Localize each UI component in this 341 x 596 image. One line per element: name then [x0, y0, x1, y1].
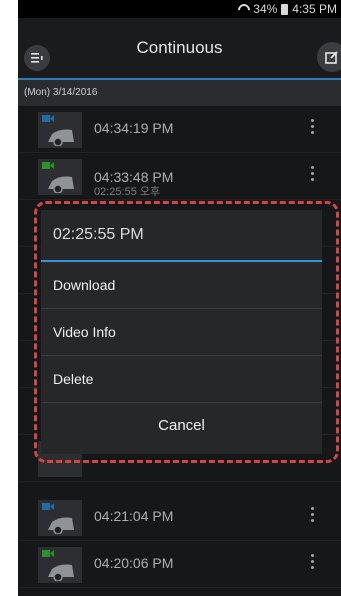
- edit-icon[interactable]: [317, 42, 341, 72]
- highlight-frame: [34, 201, 339, 463]
- battery-percent: 34%: [253, 2, 278, 16]
- toolbar: Continuous: [18, 18, 341, 80]
- status-bar: 34% 4:35 PM: [18, 0, 341, 18]
- phone-screen: 34% 4:35 PM Continuous (Mon) 3/14/2016 0…: [18, 0, 341, 596]
- clock: 4:35 PM: [292, 2, 337, 16]
- battery-icon: [281, 3, 289, 15]
- wifi-icon: [237, 4, 249, 14]
- date-header: (Mon) 3/14/2016: [18, 80, 341, 106]
- page-title: Continuous: [136, 38, 223, 57]
